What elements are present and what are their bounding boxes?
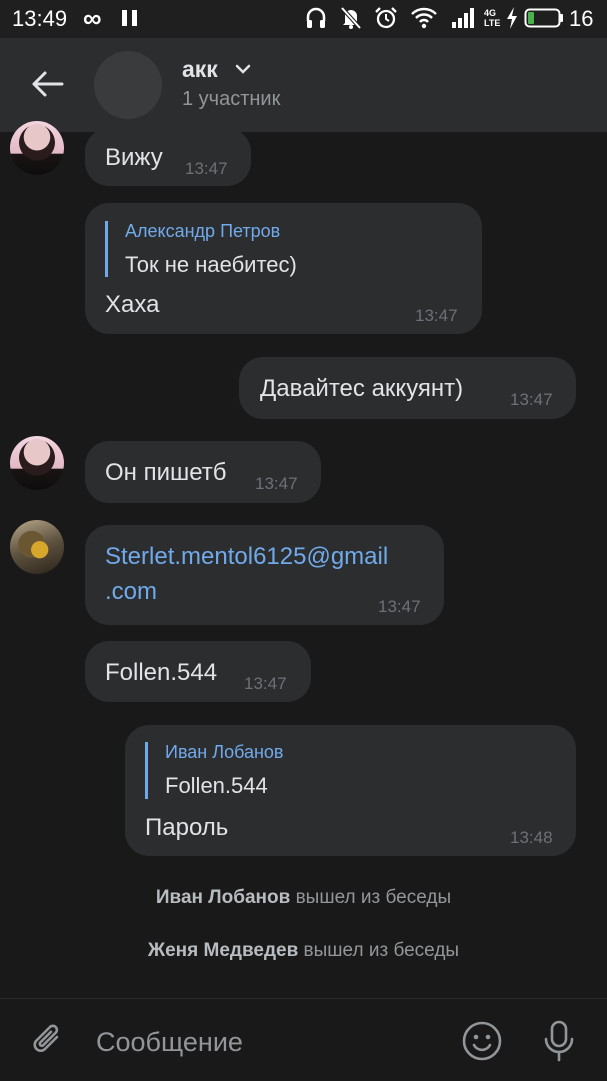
reply-bar bbox=[105, 221, 108, 277]
battery-icon bbox=[524, 8, 563, 28]
message-bubble[interactable]: Давайтес аккуянт) 13:47 bbox=[239, 357, 576, 419]
signal-icon bbox=[452, 8, 474, 28]
emoji-icon[interactable] bbox=[461, 1020, 503, 1062]
avatar[interactable] bbox=[10, 436, 64, 490]
alarm-icon bbox=[375, 7, 397, 29]
back-arrow-icon[interactable] bbox=[30, 70, 64, 98]
email-link[interactable]: Sterlet.mentol6125@gmail bbox=[105, 543, 388, 571]
message-time: 13:47 bbox=[415, 306, 458, 325]
message-bubble[interactable]: Follen.544 13:47 bbox=[85, 641, 311, 702]
message-bubble[interactable]: Иван Лобанов Follen.544 Пароль 13:48 bbox=[125, 725, 576, 856]
battery-percent: 16 bbox=[569, 6, 594, 31]
message-bubble[interactable]: Sterlet.mentol6125@gmail .com 13:47 bbox=[85, 525, 444, 625]
message-text: Он пишетб bbox=[105, 459, 227, 486]
infinity-icon: ∞ bbox=[83, 3, 102, 33]
charging-icon bbox=[507, 7, 517, 29]
message-bubble[interactable]: Он пишетб 13:47 bbox=[85, 441, 321, 503]
message-time: 13:48 bbox=[510, 828, 553, 847]
attach-icon[interactable] bbox=[30, 1020, 66, 1060]
service-user-name[interactable]: Женя Медведев bbox=[148, 940, 298, 961]
reply-text: Follen.544 bbox=[165, 773, 268, 798]
status-bar: 13:49 ∞ 4G LTE 16 bbox=[0, 0, 607, 38]
message-text: Пароль bbox=[145, 814, 229, 841]
message-time: 13:47 bbox=[185, 159, 228, 178]
message-time: 13:47 bbox=[378, 597, 421, 616]
mute-icon bbox=[340, 6, 362, 30]
message-bubble[interactable]: Вижу 13:47 bbox=[85, 128, 251, 186]
headphones-icon bbox=[306, 7, 326, 28]
reply-author: Иван Лобанов bbox=[165, 742, 284, 762]
reply-bar bbox=[145, 742, 148, 799]
chat-member-count[interactable]: 1 участник bbox=[182, 88, 280, 111]
message-text: Давайтес аккуянт) bbox=[260, 375, 464, 402]
service-user-name[interactable]: Иван Лобанов bbox=[156, 887, 290, 908]
chat-header: акк 1 участник bbox=[0, 38, 607, 132]
service-action: вышел из беседы bbox=[303, 940, 460, 961]
status-time: 13:49 bbox=[12, 6, 68, 31]
message-bubble[interactable]: Александр Петров Ток не наебитес) Хаха 1… bbox=[85, 203, 482, 334]
reply-author: Александр Петров bbox=[125, 221, 281, 241]
message-time: 13:47 bbox=[255, 474, 298, 493]
chevron-down-icon[interactable] bbox=[234, 63, 252, 75]
wifi-icon bbox=[411, 7, 437, 29]
message-text: Хаха bbox=[105, 291, 160, 318]
email-link-continuation[interactable]: .com bbox=[105, 578, 157, 606]
message-composer: Сообщение bbox=[0, 998, 607, 1081]
service-message: Женя Медведев вышел из беседы bbox=[0, 940, 607, 962]
network-type: 4G LTE bbox=[484, 8, 501, 28]
service-message: Иван Лобанов вышел из беседы bbox=[0, 887, 607, 909]
message-text: Вижу bbox=[105, 144, 163, 171]
message-text: Follen.544 bbox=[105, 659, 218, 686]
service-action: вышел из беседы bbox=[295, 887, 452, 908]
microphone-icon[interactable] bbox=[542, 1019, 576, 1063]
message-time: 13:47 bbox=[510, 390, 553, 409]
pause-icon bbox=[122, 10, 138, 26]
message-input[interactable]: Сообщение bbox=[96, 1027, 243, 1058]
message-time: 13:47 bbox=[244, 674, 287, 693]
avatar[interactable] bbox=[10, 121, 64, 175]
avatar[interactable] bbox=[10, 520, 64, 574]
chat-title[interactable]: акк bbox=[182, 56, 218, 83]
reply-text: Ток не наебитес) bbox=[125, 252, 297, 277]
chat-avatar[interactable] bbox=[94, 51, 162, 119]
